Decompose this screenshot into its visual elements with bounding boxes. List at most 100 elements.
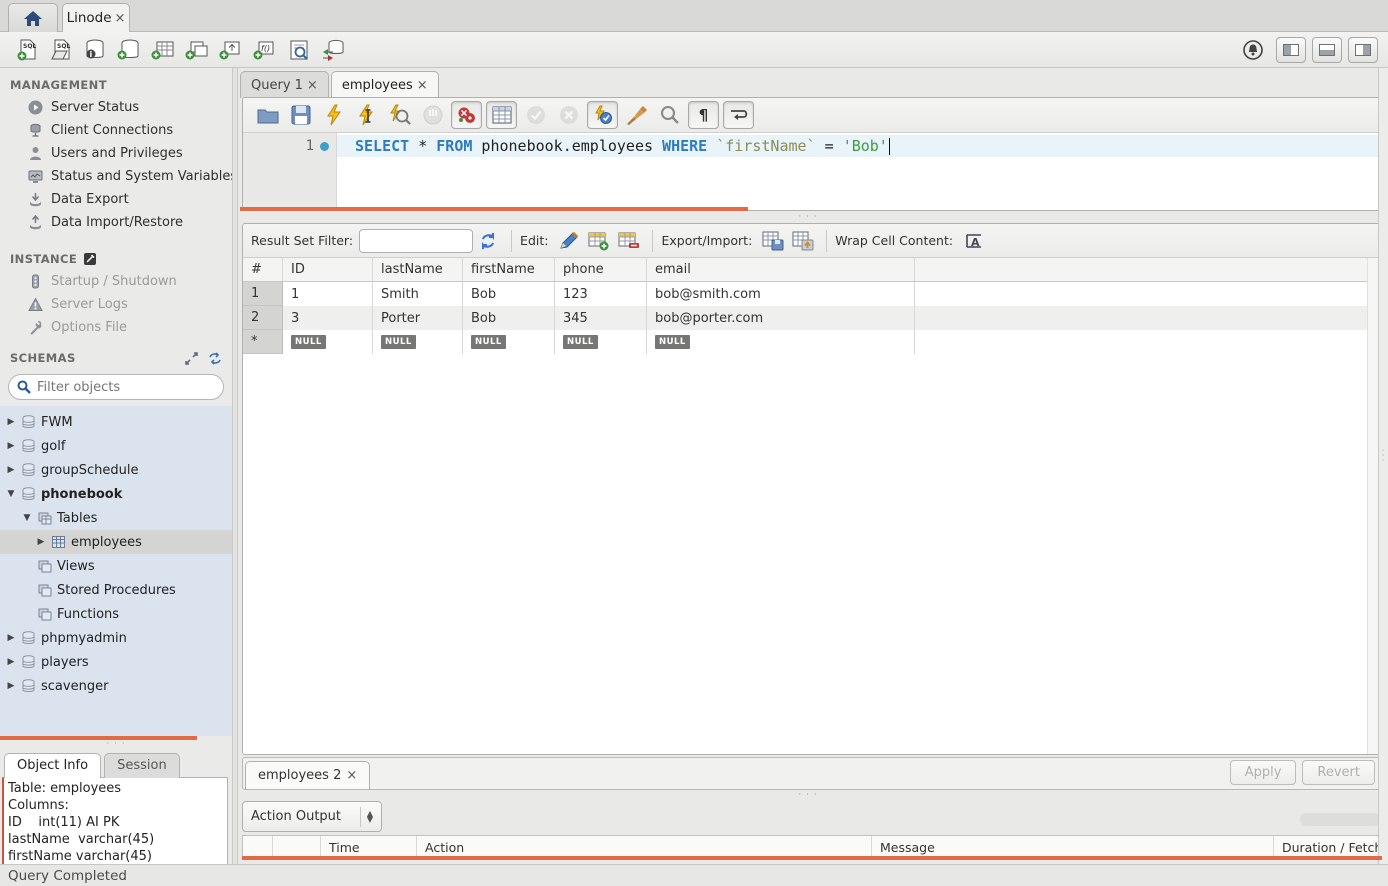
schema-inspector-icon[interactable]: i xyxy=(78,36,112,64)
tree-item-schema[interactable]: ▶ FWM xyxy=(0,410,232,434)
output-column-time[interactable]: Time xyxy=(321,836,417,858)
invisible-characters-button[interactable]: ¶ xyxy=(688,101,719,129)
table-row[interactable]: 1 1 Smith Bob 123 bob@smith.com xyxy=(243,282,1367,306)
sidebar-item-server-status[interactable]: Server Status xyxy=(0,96,232,119)
column-header[interactable]: ID xyxy=(283,258,373,281)
result-filter-input[interactable] xyxy=(359,229,473,253)
clear-query-icon[interactable] xyxy=(620,101,653,129)
sidebar-item-options-file[interactable]: Options File xyxy=(0,316,232,339)
column-header[interactable]: phone xyxy=(555,258,647,281)
tree-item-stored-procedures-group[interactable]: Stored Procedures xyxy=(0,578,232,602)
sidebar-item-data-import[interactable]: Data Import/Restore xyxy=(0,211,232,234)
horizontal-scrollbar-thumb[interactable] xyxy=(1300,813,1380,826)
sidebar-item-client-connections[interactable]: Client Connections xyxy=(0,119,232,142)
tab-result-employees-2[interactable]: employees 2 × xyxy=(245,761,370,789)
close-icon[interactable]: × xyxy=(115,11,126,26)
cell-email[interactable]: bob@smith.com xyxy=(647,282,915,306)
tree-item-schema[interactable]: ▶ players xyxy=(0,650,232,674)
sql-statement[interactable]: SELECT * FROM phonebook.employees WHERE … xyxy=(355,135,890,157)
sidebar-item-status-system-variables[interactable]: Status and System Variables xyxy=(0,165,232,188)
find-icon[interactable] xyxy=(653,101,686,129)
limit-rows-button[interactable] xyxy=(486,101,517,129)
toggle-bottom-panel-button[interactable] xyxy=(1312,37,1342,63)
toggle-stop-on-error-button[interactable] xyxy=(451,101,482,129)
sidebar-item-data-export[interactable]: Data Export xyxy=(0,188,232,211)
tab-session[interactable]: Session xyxy=(104,753,180,778)
close-icon[interactable]: × xyxy=(417,78,428,93)
open-script-icon[interactable] xyxy=(251,101,284,129)
chevron-right-icon[interactable]: ▶ xyxy=(6,465,16,475)
export-recordset-icon[interactable] xyxy=(758,228,788,254)
editor-result-splitter[interactable]: · · · xyxy=(238,213,1378,221)
tree-item-schema[interactable]: ▶ golf xyxy=(0,434,232,458)
create-procedure-icon[interactable] xyxy=(214,36,248,64)
new-row-placeholder[interactable]: * NULL NULL NULL NULL NULL xyxy=(243,330,1367,354)
chevron-right-icon[interactable]: ▶ xyxy=(36,537,46,547)
new-row-marker[interactable]: * xyxy=(243,330,283,354)
expand-schemas-icon[interactable] xyxy=(185,352,198,365)
notification-bell-icon[interactable] xyxy=(1236,36,1270,64)
column-header[interactable]: firstName xyxy=(463,258,555,281)
toggle-right-panel-button[interactable] xyxy=(1348,37,1378,63)
new-sql-tab-icon[interactable]: SQL xyxy=(10,36,44,64)
chevron-right-icon[interactable]: ▶ xyxy=(6,657,16,667)
row-number[interactable]: 2 xyxy=(243,306,283,330)
create-table-icon[interactable] xyxy=(146,36,180,64)
tree-item-schema[interactable]: ▶ phpmyadmin xyxy=(0,626,232,650)
output-splitter[interactable]: · · · xyxy=(238,791,1378,799)
edit-cell-icon[interactable] xyxy=(554,228,584,254)
create-function-icon[interactable]: f() xyxy=(248,36,282,64)
column-header[interactable]: lastName xyxy=(373,258,463,281)
sql-code-editor[interactable]: 1 SELECT * FROM phonebook.employees WHER… xyxy=(243,133,1381,211)
column-header[interactable]: # xyxy=(243,258,283,281)
right-panel-handle[interactable]: ··· xyxy=(1379,448,1387,463)
schema-filter-input[interactable] xyxy=(37,380,215,395)
sidebar-item-server-logs[interactable]: Server Logs xyxy=(0,293,232,316)
sidebar-item-users-privileges[interactable]: Users and Privileges xyxy=(0,142,232,165)
output-type-select[interactable]: Action Output ▲▼ xyxy=(242,801,382,832)
tree-item-schema[interactable]: ▶ groupSchedule xyxy=(0,458,232,482)
cell-phone[interactable]: 123 xyxy=(555,282,647,306)
home-tab[interactable] xyxy=(8,3,58,32)
tree-item-functions-group[interactable]: Functions xyxy=(0,602,232,626)
chevron-right-icon[interactable]: ▶ xyxy=(6,633,16,643)
revert-button[interactable]: Revert xyxy=(1302,760,1375,785)
table-row[interactable]: 2 3 Porter Bob 345 bob@porter.com xyxy=(243,306,1367,330)
close-icon[interactable]: × xyxy=(346,768,357,783)
explain-query-icon[interactable] xyxy=(383,101,416,129)
tab-query-1[interactable]: Query 1 × xyxy=(240,71,329,98)
cell-id[interactable]: 1 xyxy=(283,282,373,306)
refresh-schemas-icon[interactable] xyxy=(208,352,222,365)
tab-employees[interactable]: employees × xyxy=(331,71,439,98)
tree-item-views-group[interactable]: Views xyxy=(0,554,232,578)
cell-firstname[interactable]: Bob xyxy=(463,306,555,330)
cell-lastname[interactable]: Porter xyxy=(373,306,463,330)
reconnect-dbms-icon[interactable] xyxy=(316,36,350,64)
execute-current-statement-icon[interactable] xyxy=(350,101,383,129)
output-column-message[interactable]: Message xyxy=(872,836,1274,858)
create-schema-icon[interactable] xyxy=(112,36,146,64)
cell-phone[interactable]: 345 xyxy=(555,306,647,330)
insert-row-icon[interactable] xyxy=(584,228,614,254)
cell-email[interactable]: bob@porter.com xyxy=(647,306,915,330)
output-column-action[interactable]: Action xyxy=(417,836,872,858)
import-recordset-icon[interactable] xyxy=(788,228,818,254)
chevron-down-icon[interactable]: ▼ xyxy=(22,513,32,523)
sidebar-splitter-handle[interactable]: · · · xyxy=(0,740,232,748)
right-panel-strip[interactable] xyxy=(1378,68,1388,864)
tab-object-info[interactable]: Object Info xyxy=(4,753,101,778)
chevron-right-icon[interactable]: ▶ xyxy=(6,681,16,691)
refresh-results-icon[interactable] xyxy=(473,228,503,254)
connection-tab[interactable]: Linode × xyxy=(62,3,130,32)
delete-row-icon[interactable] xyxy=(614,228,644,254)
wrap-cell-content-icon[interactable]: A xyxy=(959,228,989,254)
open-sql-script-icon[interactable]: SQL xyxy=(44,36,78,64)
wrap-text-button[interactable] xyxy=(723,101,754,129)
sidebar-item-startup-shutdown[interactable]: Startup / Shutdown xyxy=(0,270,232,293)
close-icon[interactable]: × xyxy=(307,78,318,93)
tree-item-table-employees[interactable]: ▶ employees xyxy=(0,530,232,554)
apply-button[interactable]: Apply xyxy=(1230,760,1297,785)
search-objects-icon[interactable] xyxy=(282,36,316,64)
tree-item-schema-phonebook[interactable]: ▼ phonebook xyxy=(0,482,232,506)
toggle-left-panel-button[interactable] xyxy=(1276,37,1306,63)
